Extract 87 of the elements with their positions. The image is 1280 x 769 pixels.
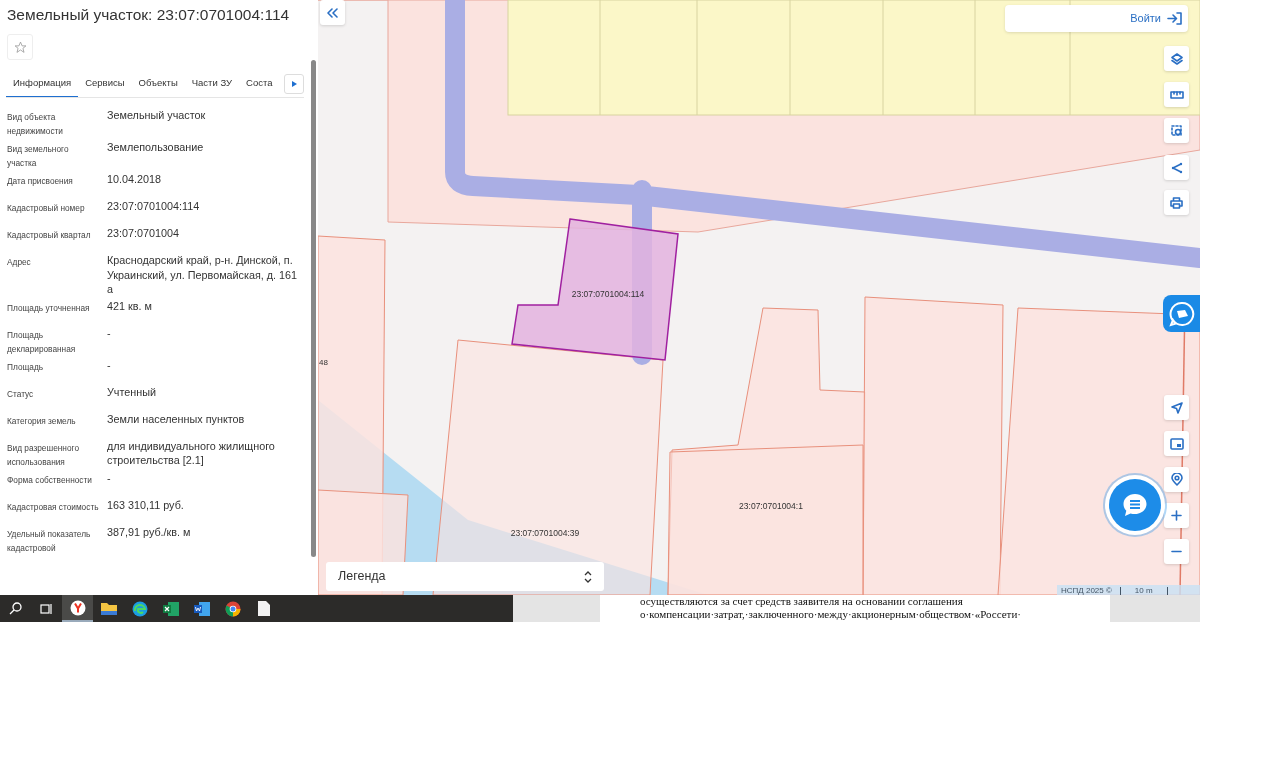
property-value: 23:07:0701004:114 [107,199,200,215]
property-label: Кадастровый номер [7,202,86,216]
ruler-button[interactable] [1164,82,1189,107]
tabs-scroll-button[interactable] [284,73,304,94]
folder-icon [100,602,117,615]
property-label: Кадастровый квартал [7,229,92,243]
double-chevron-icon [327,7,338,18]
browser-icon [131,600,148,617]
property-label: Вид объекта недвижимости [7,111,64,139]
property-label: Площадь декларированная [7,328,77,356]
speech-bubble-icon [1168,300,1195,327]
minimap-button[interactable] [1164,431,1189,456]
panel-title: Земельный участок: 23:07:0701004:114 [6,5,291,25]
up-down-chevron-icon [584,570,592,583]
property-value: 23:07:0701004 [107,226,180,242]
legend-dropdown[interactable]: Легенда [326,562,604,591]
minus-icon [1171,550,1182,553]
parcel-label: 23:07:0701004:39 [510,528,580,538]
star-icon [13,40,27,54]
property-label: Дата присвоения [7,175,74,189]
property-label: Вид земельного участка [7,143,70,171]
file-icon [257,601,270,616]
tab[interactable]: Сервисы [78,70,132,98]
print-button[interactable] [1164,190,1189,215]
map-pin-icon [1170,473,1183,486]
plus-icon [1171,510,1182,521]
caret-icon [291,80,297,87]
property-value: Земли населенных пунктов [107,411,245,427]
login-button[interactable]: Войти [1005,5,1188,32]
document-text: о·компенсации·затрат,·заключенного·между·акционерным·обществом·«Россети· [640,607,1022,620]
chat-tab-button[interactable] [1163,295,1200,332]
navigate-button[interactable] [1164,395,1189,420]
selection-icon [1170,124,1183,137]
property-label: Статус [7,387,35,401]
document-icon [193,601,210,616]
locate-button[interactable] [1164,467,1189,492]
search-icon [9,602,22,615]
tab[interactable]: Объекты [131,70,185,98]
property-value: для индивидуального жилищного строительства [2.1] [107,438,276,469]
area-select-button[interactable] [1164,118,1189,143]
property-value: Краснодарский край, р-н. Динской, п. Украинский, ул. Первомайская, д. 161 а [107,253,299,297]
browser-icon [224,600,241,617]
taskbar-button[interactable] [62,595,93,622]
property-label: Адрес [7,256,32,270]
property-value: Земельный участок [107,108,206,124]
property-value: 387,91 руб./кв. м [107,524,191,540]
layers-button[interactable] [1164,46,1189,71]
property-label: Удельный показатель кадастровой [7,527,92,555]
tab[interactable]: Соста [239,70,280,98]
printer-icon [1170,196,1183,209]
property-value: Землепользование [107,140,204,156]
collapse-button[interactable] [320,0,345,25]
browser-icon [69,599,86,616]
sign-in-icon [1167,12,1182,25]
document-text: осуществляются за счет средств заявителя на основании соглашения [640,595,964,608]
layers-icon [1170,52,1183,65]
parcel-label: 23:07:0701004:1 [739,501,803,511]
ruler-icon [1169,90,1184,99]
property-value: 421 кв. м [107,298,152,314]
task-view-icon [40,602,53,615]
property-value: - [107,470,111,486]
navigation-arrow-icon [1170,401,1183,414]
scrollbar-thumb[interactable] [311,60,316,557]
property-value: - [107,325,111,341]
property-label: Кадастровая стоимость [7,500,99,514]
property-label: Вид разрешенного использования [7,441,80,469]
property-label: Категория земель [7,414,77,428]
property-label: Площадь уточненная [7,301,91,315]
property-value: Учтенный [107,384,157,400]
zoom-in-button[interactable] [1164,503,1189,528]
spreadsheet-icon [162,601,179,616]
property-label: Площадь [7,360,45,374]
property-value: 10.04.2018 [107,172,162,188]
parcel-label: 48 [319,358,328,367]
selected-parcel[interactable] [511,218,679,361]
property-label: Форма собственности [7,473,93,487]
tab[interactable]: Части ЗУ [184,70,240,98]
share-button[interactable] [1164,155,1189,180]
window-icon [1169,437,1184,450]
property-value: - [107,357,111,373]
tab[interactable]: Информация [6,70,79,98]
chat-bubble-icon [1122,493,1148,517]
share-icon [1170,161,1183,174]
parcel-label: 23:07:0701004:114 [571,289,645,299]
property-value: 163 310,11 руб. [107,497,184,513]
chat-button[interactable] [1109,479,1161,531]
attribution-text: НСПД 2025 © [1061,585,1112,595]
